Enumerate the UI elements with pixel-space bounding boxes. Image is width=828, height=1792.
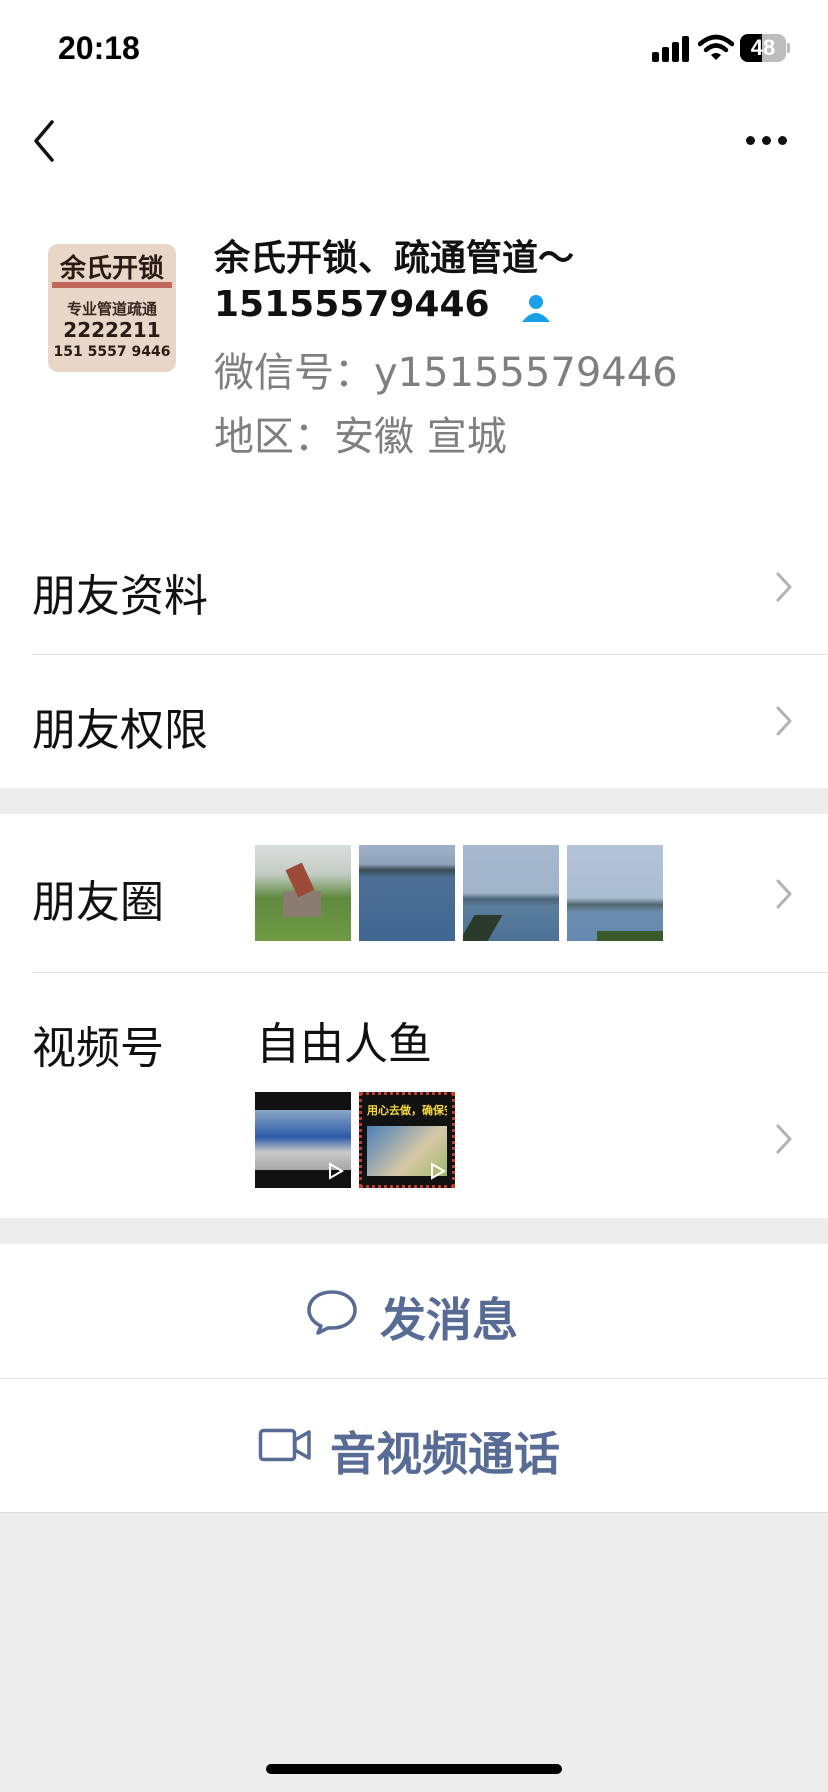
video-call-button[interactable]: 音视频通话 bbox=[0, 1378, 828, 1512]
moments-thumb[interactable] bbox=[567, 845, 663, 941]
chevron-right-icon bbox=[776, 572, 792, 602]
wechat-id: 微信号：y15155579446 bbox=[214, 350, 678, 396]
video-camera-icon bbox=[258, 1428, 311, 1462]
status-time: 20:18 bbox=[58, 30, 140, 66]
moments-thumb[interactable] bbox=[255, 845, 351, 941]
person-icon bbox=[522, 295, 550, 322]
moments-thumb[interactable] bbox=[359, 845, 455, 941]
battery-level: 48 bbox=[750, 35, 776, 60]
cellular-signal-icon bbox=[652, 36, 692, 62]
region: 地区：安徽 宣城 bbox=[214, 414, 507, 460]
avatar[interactable]: 余氏开锁 专业管道疏通 2222211 151 5557 9446 bbox=[48, 244, 176, 372]
chevron-right-icon bbox=[776, 1124, 792, 1154]
channels-video-thumb[interactable] bbox=[255, 1092, 351, 1188]
send-message-button[interactable]: 发消息 bbox=[0, 1244, 828, 1378]
contact-name: 余氏开锁、疏通管道～ 15155579446 bbox=[214, 236, 814, 328]
moments-thumb[interactable] bbox=[463, 845, 559, 941]
home-indicator[interactable] bbox=[266, 1764, 562, 1774]
chevron-right-icon bbox=[776, 879, 792, 909]
channels-thumb-caption: 用心去做，确保安全 bbox=[367, 1104, 447, 1117]
channels-video-thumb[interactable]: 用心去做，确保安全 bbox=[359, 1092, 455, 1188]
chevron-right-icon bbox=[776, 706, 792, 736]
menu-item-moments[interactable]: 朋友圈 bbox=[32, 866, 164, 930]
back-arrow-icon[interactable] bbox=[28, 116, 62, 166]
divider bbox=[0, 1512, 828, 1513]
menu-item-friend-info[interactable]: 朋友资料 bbox=[32, 560, 208, 624]
send-message-label: 发消息 bbox=[380, 1293, 518, 1347]
menu-item-friend-permissions[interactable]: 朋友权限 bbox=[32, 694, 208, 758]
more-options-icon[interactable] bbox=[744, 128, 790, 152]
contact-name-line2: 15155579446 bbox=[214, 284, 490, 325]
wifi-icon bbox=[698, 34, 734, 60]
video-call-label: 音视频通话 bbox=[330, 1427, 560, 1481]
menu-item-channels[interactable]: 视频号 bbox=[32, 1012, 164, 1076]
channels-name: 自由人鱼 bbox=[256, 1019, 432, 1070]
battery-icon: 48 bbox=[740, 34, 790, 62]
divider bbox=[32, 654, 828, 655]
divider bbox=[32, 972, 828, 973]
contact-name-line1: 余氏开锁、疏通管道～ bbox=[214, 238, 575, 279]
play-icon bbox=[431, 1162, 446, 1180]
play-icon bbox=[329, 1162, 344, 1180]
chat-bubble-icon bbox=[307, 1290, 357, 1335]
